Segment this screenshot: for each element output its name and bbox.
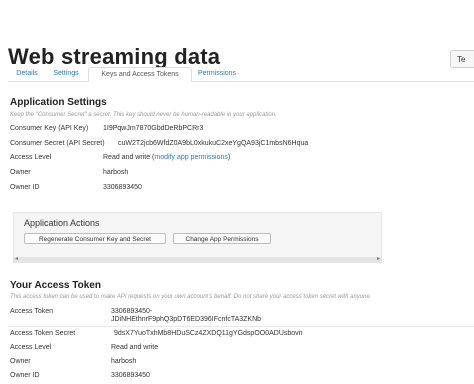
consumer-key-label: Consumer Key (API Key): [10, 125, 89, 132]
application-actions-title: Application Actions: [24, 218, 100, 228]
scroll-left-icon[interactable]: ◂: [15, 255, 18, 262]
tab-keys-and-access-tokens[interactable]: Keys and Access Tokens: [88, 67, 192, 82]
token-owner-id-label: Owner ID: [10, 372, 40, 379]
access-level-value: Read and write (modify app permissions): [103, 154, 231, 161]
access-token-secret-value: 9dsX7YuoTxhMb8HDuSCz4ZXDQ11gYGdspOO0ADUs…: [114, 330, 303, 337]
owner-label: Owner: [10, 169, 31, 176]
tab-settings[interactable]: Settings: [48, 67, 84, 81]
access-token-value-line2: JDiNHEthnrF9phQ3pDT6ED396IFcnfcTA3ZKNb: [111, 316, 262, 323]
token-access-level-value: Read and write: [111, 344, 159, 351]
application-actions-panel: Application Actions Regenerate Consumer …: [13, 212, 382, 262]
scroll-right-icon[interactable]: ▸: [377, 255, 380, 262]
change-app-permissions-button[interactable]: Change App Permissions: [173, 233, 271, 244]
horizontal-scrollbar[interactable]: ◂ ▸: [13, 255, 382, 263]
modify-app-permissions-link[interactable]: modify app permissions: [154, 154, 228, 161]
consumer-secret-value: cuW2T2jcb6WfdZ0A9bL0xkukuC2xeYgQA93jC1mb…: [118, 140, 309, 147]
access-level-label: Access Level: [10, 154, 52, 161]
consumer-key-value: 1I9PqwJm7870GbdDeRbPCRr3: [103, 125, 204, 132]
test-oauth-button[interactable]: Te: [450, 50, 474, 68]
owner-value: harbosh: [103, 169, 129, 176]
token-access-level-label: Access Level: [10, 344, 52, 351]
token-owner-label: Owner: [10, 358, 31, 365]
access-token-secret-label: Access Token Secret: [10, 330, 76, 337]
token-owner-value: harbosh: [111, 358, 137, 365]
app-settings-note: Keep the "Consumer Secret" a secret. Thi…: [10, 112, 277, 118]
regenerate-consumer-key-button[interactable]: Regenerate Consumer Key and Secret: [24, 233, 166, 244]
access-token-label: Access Token: [10, 308, 54, 315]
access-token-note: This access token can be used to make AP…: [10, 294, 372, 300]
tab-permissions[interactable]: Permissions: [194, 67, 240, 81]
token-owner-id-value: 3306893450: [111, 372, 150, 379]
owner-id-value: 3306893450: [103, 184, 142, 191]
tab-bar: Details Settings Keys and Access Tokens …: [8, 67, 474, 82]
access-token-value-line1: 3306893450-: [111, 308, 153, 315]
tab-details[interactable]: Details: [12, 67, 42, 81]
app-settings-title: Application Settings: [10, 97, 107, 108]
consumer-secret-label: Consumer Secret (API Secret): [10, 140, 105, 147]
owner-id-label: Owner ID: [10, 184, 40, 191]
row-divider: [8, 326, 474, 327]
access-token-title: Your Access Token: [10, 280, 101, 291]
